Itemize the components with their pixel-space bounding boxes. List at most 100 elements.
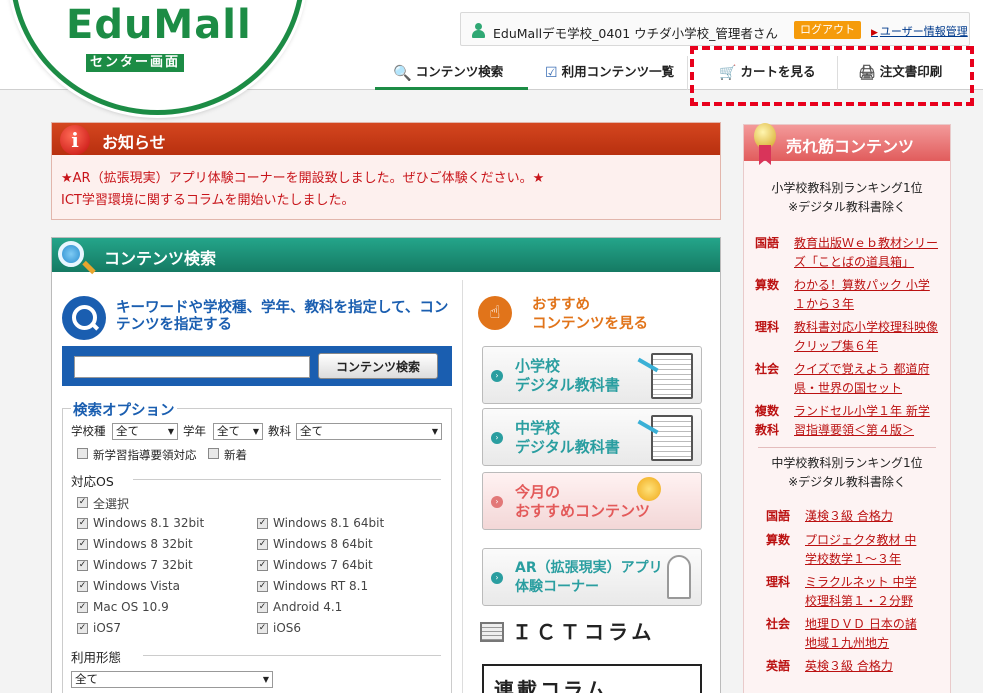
- recommended-title-line: おすすめ: [532, 297, 590, 313]
- select-all-checkbox[interactable]: [77, 497, 88, 508]
- grade-label: 学年: [183, 424, 206, 438]
- notice-panel: i お知らせ ★AR（拡張現実）アプリ体験コーナーを開設致しました。ぜひご体験く…: [51, 122, 721, 220]
- os-label: Windows 8.1 64bit: [273, 516, 385, 530]
- os-checkbox[interactable]: [257, 602, 268, 613]
- ranking-item-line: 教科書対応小学校理科映像: [794, 320, 939, 334]
- ranking-item-line: クイズで覚えよう 都道府: [794, 362, 930, 376]
- os-checkbox[interactable]: [257, 560, 268, 571]
- tab-label: カートを見る: [740, 64, 816, 79]
- search-options: 検索オプション 学校種 全て 学年 全て 教科 全て 新学習指導要領対応 新着 …: [62, 399, 452, 693]
- user-info-link[interactable]: ▶ ユーザー情報管理: [871, 23, 968, 39]
- ar-app-corner-card[interactable]: › AR（拡張現実）アプリ 体験コーナー: [482, 548, 702, 606]
- book-icon: [651, 353, 693, 399]
- ranking-subject: 複数 教科: [755, 402, 779, 440]
- os-checkbox[interactable]: [77, 518, 88, 529]
- ranking-item-line: 地理ＤＶＤ 日本の諸: [805, 617, 917, 631]
- ranking-item-link[interactable]: 英検３級 合格力: [805, 657, 945, 676]
- card-label: 小学校 デジタル教科書: [515, 357, 620, 395]
- select-all-label: 全選択: [93, 497, 130, 511]
- keyword-search-area: キーワードや学校種、学年、教科を指定して、コンテンツを指定する コンテンツ検索 …: [60, 278, 460, 693]
- card-line: デジタル教科書: [515, 438, 620, 456]
- tab-view-cart[interactable]: 🛒 カートを見る: [693, 56, 838, 90]
- os-checkbox[interactable]: [257, 539, 268, 550]
- notice-text: ★AR（拡張現実）アプリ体験コーナーを開設致しました。ぜひご体験ください。★: [61, 171, 545, 186]
- card-label: 中学校 デジタル教科書: [515, 419, 620, 457]
- os-checkbox[interactable]: [257, 581, 268, 592]
- os-checkbox[interactable]: [77, 539, 88, 550]
- column-divider: [462, 280, 463, 693]
- ranking-item-line: ズ「ことばの道具箱」: [794, 255, 915, 269]
- ranking-item-link[interactable]: 地理ＤＶＤ 日本の諸 地域１九州地方: [805, 615, 945, 653]
- os-checkbox[interactable]: [257, 518, 268, 529]
- os-checkbox[interactable]: [77, 581, 88, 592]
- tab-usage-list[interactable]: ☑ 利用コンテンツ一覧: [533, 56, 688, 90]
- magnifier-icon: 🔍: [393, 63, 412, 82]
- chevron-right-icon: ›: [491, 572, 503, 584]
- os-checkbox[interactable]: [77, 623, 88, 634]
- logout-button[interactable]: ログアウト: [794, 21, 861, 39]
- usage-select[interactable]: 全て: [71, 671, 273, 688]
- ranking-item-link[interactable]: 教科書対応小学校理科映像 クリップ集６年: [794, 318, 944, 356]
- os-checkbox[interactable]: [77, 602, 88, 613]
- card-line: 中学校: [515, 419, 561, 437]
- tab-print-order[interactable]: 🖨 注文書印刷: [840, 56, 970, 90]
- ranking-item-link[interactable]: プロジェクタ教材 中学校数学１～３年: [805, 531, 945, 569]
- header: EduMall センター画面 EduMallデモ学校_0401 ウチダ小学校_管…: [0, 0, 983, 115]
- ranking-item-link[interactable]: ミラクルネット 中学 校理科第１・２分野: [805, 573, 945, 611]
- os-checkbox[interactable]: [257, 623, 268, 634]
- subject-select[interactable]: 全て: [296, 423, 442, 440]
- notice-text: ICT学習環境に関するコラムを開始いたしました。: [61, 193, 355, 208]
- ranking-subject: 国語: [755, 236, 780, 250]
- tab-label: 利用コンテンツ一覧: [561, 64, 675, 79]
- user-info-label: ユーザー情報管理: [879, 25, 968, 38]
- ranking-item-line: 漢検３級 合格力: [805, 509, 893, 523]
- junior-high-digital-textbook-card[interactable]: › 中学校 デジタル教科書: [482, 408, 702, 466]
- os-label: Windows 8 64bit: [273, 537, 373, 551]
- ranking-item-link[interactable]: わかる！算数パック 小学 １から３年: [794, 276, 944, 314]
- ranking-item-line: 学校数学１～３年: [805, 552, 902, 566]
- content-search-button[interactable]: コンテンツ検索: [318, 353, 438, 379]
- ranking-panel: 売れ筋コンテンツ 小学校教科別ランキング1位 ※デジタル教科書除く 国語 教育出…: [743, 123, 951, 693]
- tab-content-search[interactable]: 🔍 コンテンツ検索: [375, 56, 528, 90]
- search-title: コンテンツ検索: [104, 249, 217, 268]
- ranking-item-link[interactable]: ランドセル小学１年 新学 習指導要領＜第４版＞: [794, 402, 944, 440]
- os-label: Mac OS 10.9: [93, 600, 169, 614]
- ranking-subject: 社会: [766, 617, 791, 631]
- notice-title: お知らせ: [102, 133, 166, 152]
- serial-column-box[interactable]: 連載コラム: [482, 664, 702, 693]
- card-line: 小学校: [515, 357, 561, 375]
- subject-label: 教科: [268, 424, 291, 438]
- ranking-subject: 社会: [755, 362, 780, 376]
- junior-high-ranking-caption: 中学校教科別ランキング1位: [771, 456, 923, 470]
- new-arrival-checkbox[interactable]: [208, 448, 219, 459]
- card-line: デジタル教科書: [515, 376, 620, 394]
- chevron-right-icon: ›: [491, 496, 503, 508]
- keyword-bar: コンテンツ検索: [62, 346, 452, 386]
- elementary-digital-textbook-card[interactable]: › 小学校 デジタル教科書: [482, 346, 702, 404]
- person-icon: [667, 555, 691, 599]
- ranking-item-line: 県・世界の国セット: [794, 381, 903, 395]
- ranking-item-line: クリップ集６年: [794, 339, 879, 353]
- os-checkbox[interactable]: [77, 560, 88, 571]
- new-arrival-label: 新着: [224, 448, 247, 462]
- grade-select[interactable]: 全て: [213, 423, 263, 440]
- card-line: 体験コーナー: [515, 579, 599, 595]
- ranking-item-line: ミラクルネット 中学: [805, 575, 917, 589]
- ranking-subject: 理科: [755, 320, 780, 334]
- options-heading: 検索オプション: [71, 399, 177, 420]
- chevron-right-icon: ›: [491, 432, 503, 444]
- cart-icon: 🛒: [719, 64, 737, 81]
- new-guideline-checkbox[interactable]: [77, 448, 88, 459]
- school-type-select[interactable]: 全て: [112, 423, 178, 440]
- search-icon: [62, 296, 106, 340]
- logo[interactable]: EduMall: [66, 2, 252, 48]
- ranking-item-link[interactable]: 漢検３級 合格力: [805, 507, 945, 526]
- ranking-item-link[interactable]: クイズで覚えよう 都道府 県・世界の国セット: [794, 360, 944, 398]
- logo-subtitle: センター画面: [86, 54, 185, 72]
- ict-column-title: ＩＣＴコラム: [512, 620, 656, 644]
- ranking-item-link[interactable]: 教育出版Ｗｅｂ教材シリー ズ「ことばの道具箱」: [794, 234, 944, 272]
- monthly-recommend-card[interactable]: › 今月の おすすめコンテンツ: [482, 472, 702, 530]
- os-heading: 対応OS: [71, 474, 114, 489]
- keyword-input[interactable]: [74, 356, 310, 378]
- card-label: 今月の おすすめコンテンツ: [515, 483, 650, 521]
